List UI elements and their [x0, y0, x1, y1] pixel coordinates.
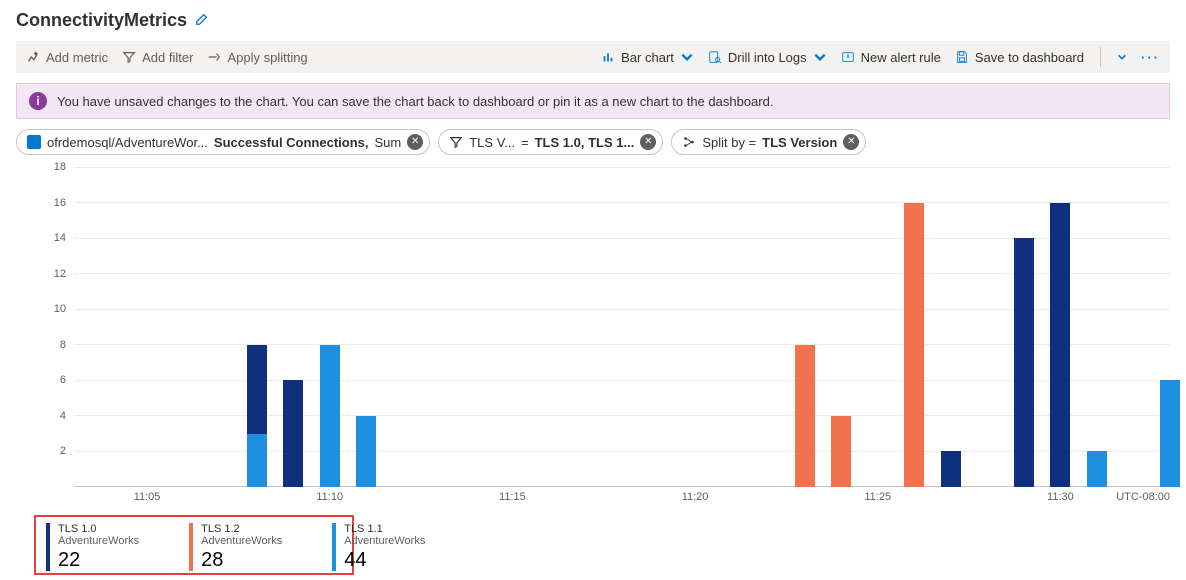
y-tick: 14	[54, 232, 66, 244]
x-tick: 11:20	[682, 491, 709, 503]
bar[interactable]	[356, 416, 376, 487]
bars	[74, 167, 1170, 487]
save-dashboard-button[interactable]: Save to dashboard	[955, 50, 1084, 65]
legend-item[interactable]: TLS 1.0AdventureWorks 22	[46, 523, 139, 571]
split-icon	[682, 135, 696, 149]
add-filter-label: Add filter	[142, 50, 193, 65]
bar[interactable]	[831, 416, 851, 487]
apply-splitting-button[interactable]: Apply splitting	[207, 50, 307, 65]
x-tick: 11:10	[316, 491, 343, 503]
legend-series-sub: AdventureWorks	[344, 535, 425, 547]
drill-logs-label: Drill into Logs	[728, 50, 807, 65]
legend-swatch	[332, 523, 336, 571]
close-icon[interactable]: ✕	[640, 134, 656, 150]
resource-icon	[27, 135, 41, 149]
legend-item[interactable]: TLS 1.2AdventureWorks 28	[189, 523, 282, 571]
page-title: ConnectivityMetrics	[16, 10, 187, 31]
splitby-pill[interactable]: Split by = TLS Version ✕	[671, 129, 866, 155]
legend-series-name: TLS 1.2	[201, 523, 282, 535]
filter-label: TLS V...	[469, 135, 515, 150]
bar[interactable]	[1087, 451, 1107, 487]
x-tick: 11:30	[1047, 491, 1074, 503]
bar[interactable]	[247, 434, 267, 487]
y-tick: 2	[60, 445, 66, 457]
new-alert-label: New alert rule	[861, 50, 941, 65]
save-dashboard-label: Save to dashboard	[975, 50, 1084, 65]
legend-series-total: 22	[58, 549, 139, 571]
y-tick: 6	[60, 374, 66, 386]
legend-series-sub: AdventureWorks	[201, 535, 282, 547]
metric-agg: Sum	[375, 135, 402, 150]
edit-icon[interactable]	[195, 12, 209, 29]
filter-icon	[449, 135, 463, 149]
filter-eq: =	[521, 135, 529, 150]
legend-series-total: 28	[201, 549, 282, 571]
filter-pill[interactable]: TLS V... = TLS 1.0, TLS 1... ✕	[438, 129, 663, 155]
split-label: Split by =	[702, 135, 756, 150]
bar[interactable]	[1160, 380, 1180, 487]
legend-series-total: 44	[344, 549, 425, 571]
bar[interactable]	[320, 345, 340, 487]
y-tick: 12	[54, 268, 66, 280]
close-icon[interactable]: ✕	[843, 134, 859, 150]
y-tick: 18	[54, 161, 66, 173]
y-axis: 24681012141618	[46, 167, 70, 487]
split-value: TLS Version	[762, 135, 837, 150]
add-filter-button[interactable]: Add filter	[122, 50, 193, 65]
bar[interactable]	[795, 345, 815, 487]
separator	[1100, 47, 1101, 67]
pill-row: ofrdemosql/AdventureWor... Successful Co…	[16, 129, 1170, 155]
chart-type-button[interactable]: Bar chart	[601, 50, 694, 65]
x-tick: 11:25	[864, 491, 891, 503]
metric-pill[interactable]: ofrdemosql/AdventureWor... Successful Co…	[16, 129, 430, 155]
close-icon[interactable]: ✕	[407, 134, 423, 150]
timezone-label: UTC-08:00	[1116, 491, 1170, 503]
bar[interactable]	[283, 380, 303, 487]
unsaved-banner: i You have unsaved changes to the chart.…	[16, 83, 1170, 119]
y-tick: 16	[54, 197, 66, 209]
x-tick: 11:05	[134, 491, 161, 503]
bar[interactable]	[941, 451, 961, 487]
chart-type-label: Bar chart	[621, 50, 674, 65]
toolbar: Add metric Add filter Apply splitting Ba…	[16, 41, 1170, 73]
legend-item[interactable]: TLS 1.1AdventureWorks 44	[332, 523, 425, 571]
y-tick: 8	[60, 339, 66, 351]
bar[interactable]	[904, 203, 924, 487]
x-axis: UTC-08:00 11:05 11:10 11:15 11:20 11:25 11:30	[74, 489, 1170, 507]
more-button[interactable]: ···	[1141, 50, 1160, 65]
add-metric-button[interactable]: Add metric	[26, 50, 108, 65]
legend-series-name: TLS 1.0	[58, 523, 139, 535]
bar[interactable]	[1050, 203, 1070, 487]
new-alert-button[interactable]: New alert rule	[841, 50, 941, 65]
metric-name: Successful Connections,	[214, 135, 369, 150]
apply-splitting-label: Apply splitting	[227, 50, 307, 65]
y-tick: 10	[54, 303, 66, 315]
legend-swatch	[189, 523, 193, 571]
filter-value: TLS 1.0, TLS 1...	[535, 135, 635, 150]
legend-swatch	[46, 523, 50, 571]
add-metric-label: Add metric	[46, 50, 108, 65]
banner-text: You have unsaved changes to the chart. Y…	[57, 94, 773, 109]
x-tick: 11:15	[499, 491, 526, 503]
bar[interactable]	[1014, 238, 1034, 487]
legend-series-name: TLS 1.1	[344, 523, 425, 535]
chevron-down-icon[interactable]	[1117, 52, 1127, 62]
metric-scope: ofrdemosql/AdventureWor...	[47, 135, 208, 150]
legend-series-sub: AdventureWorks	[58, 535, 139, 547]
y-tick: 4	[60, 410, 66, 422]
chart-area: 24681012141618 UTC-08:00 11:0511:1011:15…	[46, 167, 1170, 507]
drill-logs-button[interactable]: Drill into Logs	[708, 50, 827, 65]
legend-box: TLS 1.0AdventureWorks22TLS 1.2AdventureW…	[34, 515, 354, 575]
info-icon: i	[29, 92, 47, 110]
